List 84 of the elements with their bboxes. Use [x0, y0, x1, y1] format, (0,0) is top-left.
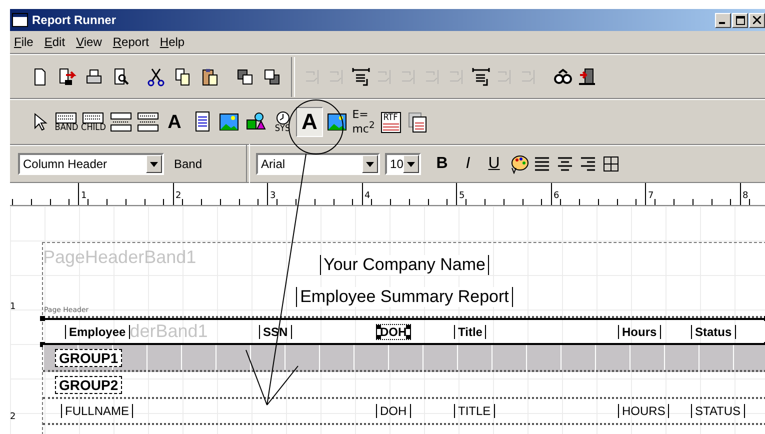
ruler-number: 6 [552, 191, 560, 201]
group-field[interactable]: GROUP2 [55, 376, 122, 394]
palette-icon [508, 154, 529, 174]
ruler-number: 8 [740, 191, 748, 201]
maximize-button[interactable] [732, 12, 748, 28]
column-label-field[interactable]: Title [454, 324, 486, 338]
minimize-button[interactable] [715, 12, 731, 28]
component-tool-button[interactable]: BAND [53, 107, 80, 137]
column-label-field[interactable]: Status [691, 324, 736, 338]
window-icon [12, 13, 28, 27]
ruler-number: 5 [457, 191, 465, 201]
column-label-field[interactable]: Employee [65, 324, 130, 338]
scissors-icon [146, 66, 166, 86]
spacing-icon [351, 66, 371, 86]
menu-item[interactable]: Help [160, 35, 185, 49]
column-label-field[interactable]: DOH [376, 324, 411, 340]
window-title: Report Runner [32, 13, 116, 27]
detail-band[interactable]: FULLNAME DOH TITLE HOURS STATUS [43, 399, 765, 425]
document-arrow-icon [56, 66, 76, 86]
image-icon [218, 111, 240, 133]
data-field[interactable]: TITLE [454, 404, 495, 418]
band-name: derBand1 [130, 321, 208, 342]
menu-item[interactable]: Report [112, 35, 149, 49]
maximize-icon [736, 16, 744, 24]
letter-icon: A [302, 111, 318, 133]
paste-icon [200, 66, 220, 86]
dropdown-arrow-icon [150, 162, 158, 166]
glasses-icon [553, 66, 573, 86]
group-band-icon [110, 111, 132, 133]
font-select[interactable]: Arial [256, 153, 380, 175]
ruler-number: 3 [268, 191, 276, 201]
report-title-field[interactable]: Employee Summary Report [296, 287, 513, 307]
group-field[interactable]: GROUP1 [55, 348, 122, 366]
spacing-icon [471, 66, 491, 86]
band-label: Band [174, 157, 202, 171]
door-exit-icon [577, 66, 597, 86]
column-label-field[interactable]: Hours [618, 324, 661, 338]
send-to-back-icon [262, 66, 282, 86]
group-band[interactable]: GROUP2 [43, 372, 765, 399]
menu-item[interactable]: View [76, 35, 102, 49]
icon-label: CHILD [81, 124, 106, 132]
data-field[interactable]: HOURS [618, 404, 670, 418]
clock-icon [274, 110, 290, 124]
menu-item[interactable]: Edit [44, 35, 66, 49]
bold-button[interactable]: B [429, 155, 456, 173]
border-icon [600, 154, 621, 174]
highlight-circle [288, 100, 344, 154]
bring-to-front-icon [234, 66, 254, 86]
letter-icon: A [168, 112, 182, 132]
ruler-number: 2 [10, 412, 16, 422]
component-tool-button[interactable]: A [161, 107, 188, 137]
italic-button[interactable]: I [455, 155, 482, 173]
band-icon [55, 112, 78, 124]
data-field[interactable]: FULLNAME [61, 404, 134, 418]
image-icon [326, 111, 348, 133]
dropdown-arrow-icon [366, 162, 374, 166]
lines-icon [382, 122, 398, 130]
copy-icon [172, 66, 192, 86]
ruler-number: 4 [362, 191, 370, 201]
band-name: PageHeaderBand1 [43, 247, 196, 268]
close-icon [753, 16, 761, 24]
data-field[interactable]: STATUS [691, 404, 745, 418]
font-size-select[interactable]: 10 [385, 153, 422, 175]
icon-label: BAND [54, 124, 78, 132]
stacked-documents-icon [406, 111, 428, 133]
ruler-number: 1 [10, 302, 16, 312]
icon-label: RTF [383, 114, 398, 122]
component-tool-button[interactable]: A [296, 107, 323, 137]
band-select[interactable]: Column Header [18, 153, 164, 175]
menu-item[interactable]: File [14, 35, 34, 49]
ruler-number: 2 [174, 191, 182, 201]
band-icon [82, 112, 104, 124]
close-button[interactable] [749, 12, 765, 28]
ruler-number: 1 [79, 191, 87, 201]
group-band[interactable]: GROUP1 [43, 345, 765, 372]
report-title-field[interactable]: Your Company Name [320, 255, 490, 275]
component-tool-button[interactable]: CHILD [80, 107, 107, 137]
underline-button[interactable]: U [481, 155, 508, 173]
ruler-number: 7 [646, 191, 654, 201]
dropdown-arrow-icon [407, 162, 416, 166]
data-field[interactable]: DOH [376, 404, 411, 418]
selection-handle[interactable] [40, 316, 45, 321]
printer-icon [84, 66, 104, 86]
group-band-icon [136, 111, 158, 133]
